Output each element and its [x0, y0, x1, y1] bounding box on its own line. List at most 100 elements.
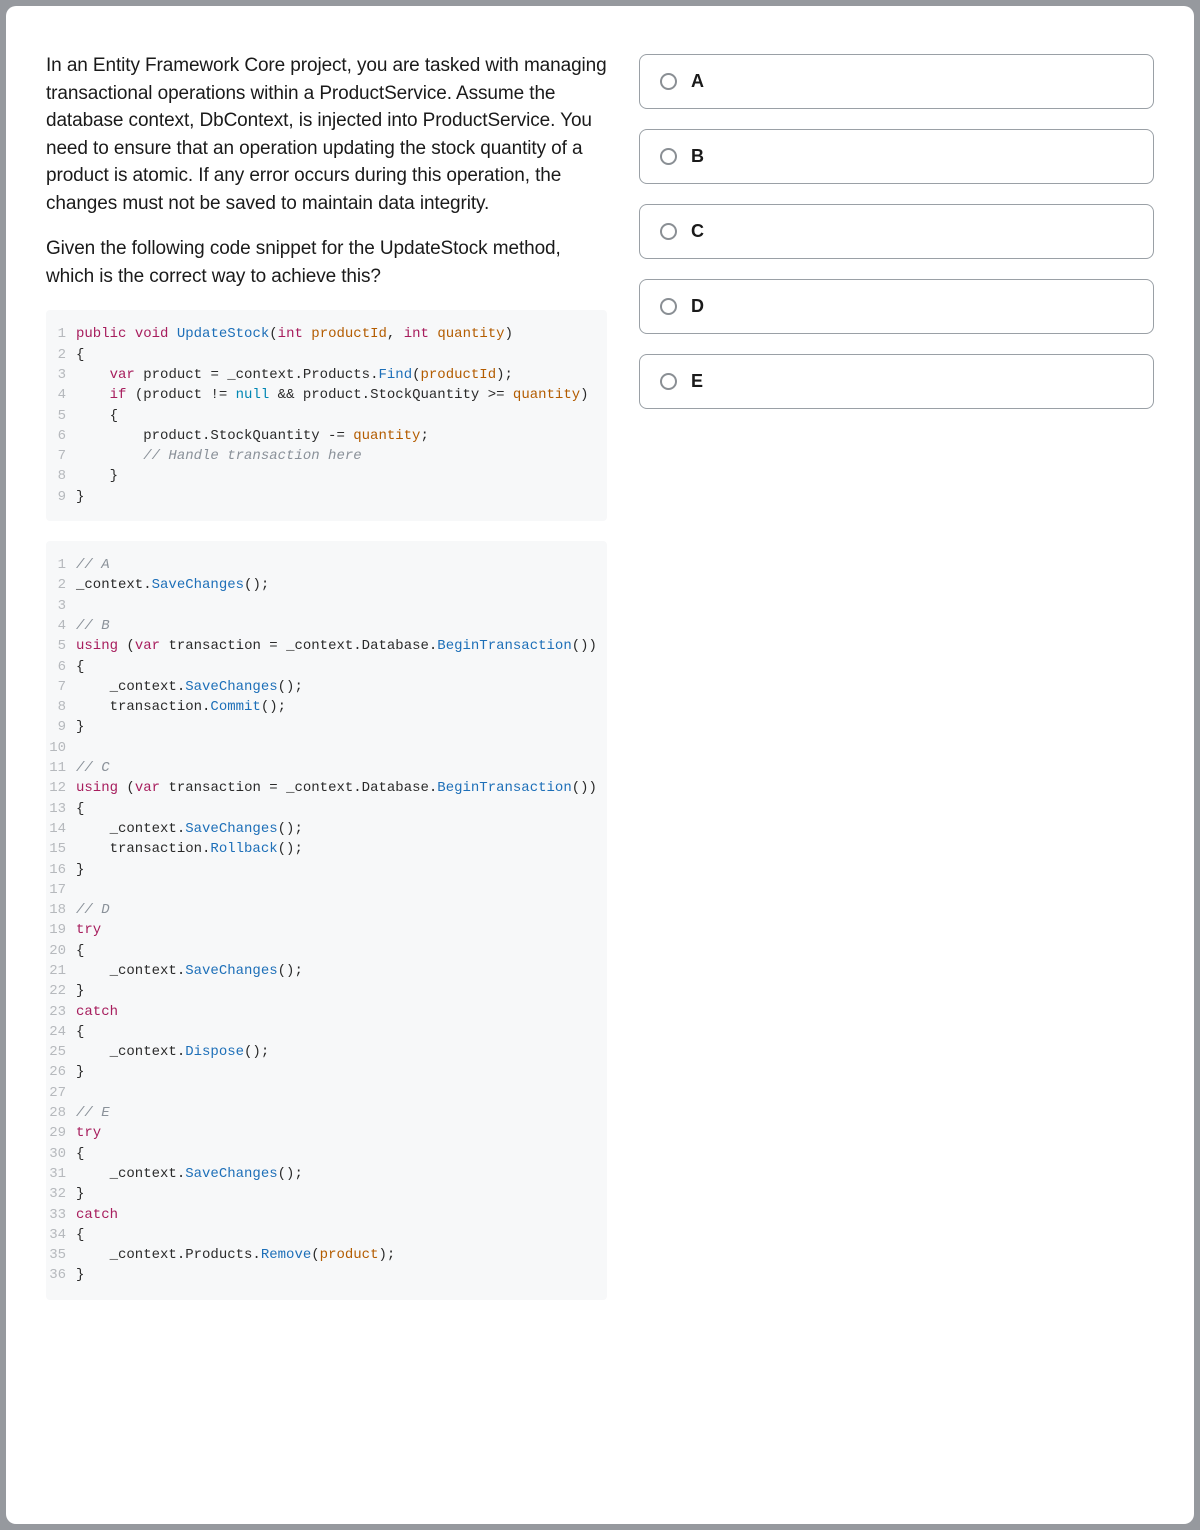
line-number: 22 [48, 981, 76, 1001]
code-line: 29try [48, 1123, 597, 1143]
code-content: _context.Products.Remove(product); [76, 1245, 597, 1265]
code-content: catch [76, 1002, 597, 1022]
code-line: 14 _context.SaveChanges(); [48, 819, 597, 839]
line-number: 19 [48, 920, 76, 940]
code-line: 4// B [48, 616, 597, 636]
line-number: 10 [48, 738, 76, 758]
code-content: } [76, 1062, 597, 1082]
code-line: 2{ [48, 345, 597, 365]
code-content [76, 880, 597, 900]
line-number: 25 [48, 1042, 76, 1062]
code-line: 9} [48, 487, 597, 507]
line-number: 15 [48, 839, 76, 859]
line-number: 6 [48, 657, 76, 677]
answer-option-d[interactable]: D [639, 279, 1154, 334]
code-content: // Handle transaction here [76, 446, 597, 466]
code-line: 5 { [48, 406, 597, 426]
line-number: 36 [48, 1265, 76, 1285]
code-content: _context.SaveChanges(); [76, 819, 597, 839]
line-number: 26 [48, 1062, 76, 1082]
code-content: transaction.Rollback(); [76, 839, 597, 859]
line-number: 2 [48, 575, 76, 595]
code-line: 12using (var transaction = _context.Data… [48, 778, 597, 798]
line-number: 24 [48, 1022, 76, 1042]
code-content: { [76, 657, 597, 677]
code-line: 15 transaction.Rollback(); [48, 839, 597, 859]
code-line: 2_context.SaveChanges(); [48, 575, 597, 595]
code-line: 9} [48, 717, 597, 737]
code-line: 1// A [48, 555, 597, 575]
code-line: 16} [48, 860, 597, 880]
line-number: 32 [48, 1184, 76, 1204]
code-content: using (var transaction = _context.Databa… [76, 778, 597, 798]
line-number: 5 [48, 636, 76, 656]
code-line: 31 _context.SaveChanges(); [48, 1164, 597, 1184]
line-number: 1 [48, 555, 76, 575]
line-number: 7 [48, 446, 76, 466]
line-number: 2 [48, 345, 76, 365]
line-number: 20 [48, 941, 76, 961]
code-content: { [76, 345, 597, 365]
option-label: A [691, 71, 704, 92]
code-content: { [76, 1144, 597, 1164]
line-number: 7 [48, 677, 76, 697]
question-text: In an Entity Framework Core project, you… [46, 52, 607, 290]
left-column: In an Entity Framework Core project, you… [46, 52, 607, 1484]
code-content [76, 738, 597, 758]
code-content: } [76, 981, 597, 1001]
code-content: { [76, 406, 597, 426]
code-content: catch [76, 1205, 597, 1225]
code-content: } [76, 717, 597, 737]
code-line: 3 var product = _context.Products.Find(p… [48, 365, 597, 385]
line-number: 21 [48, 961, 76, 981]
line-number: 3 [48, 365, 76, 385]
code-line: 22} [48, 981, 597, 1001]
answer-option-c[interactable]: C [639, 204, 1154, 259]
code-content: try [76, 1123, 597, 1143]
question-para-1: In an Entity Framework Core project, you… [46, 52, 607, 217]
code-line: 27 [48, 1083, 597, 1103]
code-content: try [76, 920, 597, 940]
radio-icon [660, 223, 677, 240]
code-line: 8 } [48, 466, 597, 486]
radio-icon [660, 148, 677, 165]
code-line: 8 transaction.Commit(); [48, 697, 597, 717]
code-content: public void UpdateStock(int productId, i… [76, 324, 597, 344]
line-number: 33 [48, 1205, 76, 1225]
code-content: } [76, 860, 597, 880]
code-content: if (product != null && product.StockQuan… [76, 385, 597, 405]
code-line: 21 _context.SaveChanges(); [48, 961, 597, 981]
line-number: 9 [48, 487, 76, 507]
code-content: { [76, 1022, 597, 1042]
code-content [76, 596, 597, 616]
code-content: } [76, 1265, 597, 1285]
code-content: // D [76, 900, 597, 920]
code-content: transaction.Commit(); [76, 697, 597, 717]
code-line: 7 // Handle transaction here [48, 446, 597, 466]
code-content: _context.SaveChanges(); [76, 1164, 597, 1184]
line-number: 16 [48, 860, 76, 880]
code-content: _context.SaveChanges(); [76, 961, 597, 981]
radio-icon [660, 298, 677, 315]
line-number: 28 [48, 1103, 76, 1123]
line-number: 8 [48, 466, 76, 486]
code-content: } [76, 1184, 597, 1204]
line-number: 8 [48, 697, 76, 717]
code-content: product.StockQuantity -= quantity; [76, 426, 597, 446]
code-line: 24{ [48, 1022, 597, 1042]
answer-option-a[interactable]: A [639, 54, 1154, 109]
answer-option-e[interactable]: E [639, 354, 1154, 409]
code-line: 36} [48, 1265, 597, 1285]
code-line: 33catch [48, 1205, 597, 1225]
code-line: 7 _context.SaveChanges(); [48, 677, 597, 697]
option-label: E [691, 371, 703, 392]
line-number: 12 [48, 778, 76, 798]
line-number: 31 [48, 1164, 76, 1184]
line-number: 9 [48, 717, 76, 737]
code-content: // E [76, 1103, 597, 1123]
line-number: 27 [48, 1083, 76, 1103]
answer-option-b[interactable]: B [639, 129, 1154, 184]
code-content: // B [76, 616, 597, 636]
line-number: 1 [48, 324, 76, 344]
code-line: 18// D [48, 900, 597, 920]
